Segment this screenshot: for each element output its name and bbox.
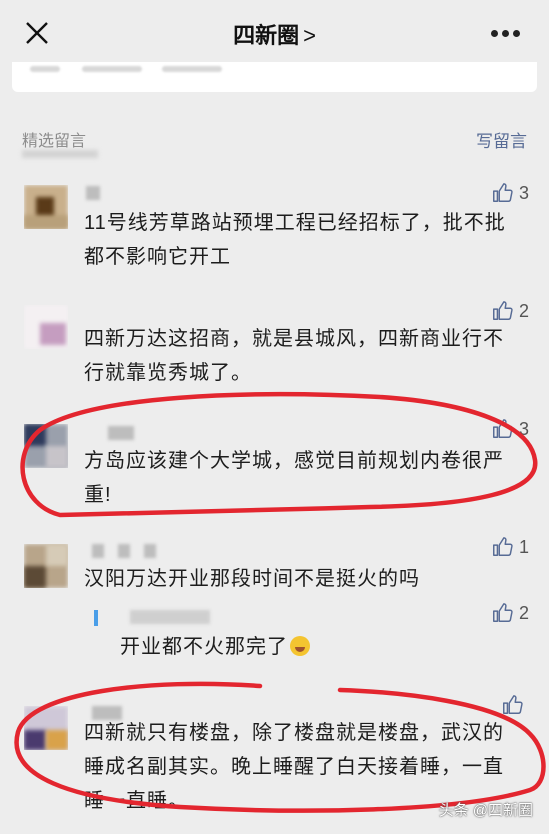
thumbs-up-icon — [503, 695, 523, 714]
write-comment-link[interactable]: 写留言 — [476, 127, 527, 152]
thumbs-up-icon — [493, 301, 513, 320]
like-button[interactable] — [501, 694, 529, 716]
page-title-text: 四新圈 — [233, 23, 300, 48]
thumbs-up-icon — [493, 183, 513, 202]
avatar[interactable] — [24, 706, 68, 750]
article-card-end — [12, 62, 537, 92]
chevron-right-icon: > — [303, 23, 316, 48]
redacted-nickname — [92, 544, 104, 558]
avatar[interactable] — [24, 305, 68, 349]
redacted-nickname — [130, 610, 210, 624]
redacted-nickname — [108, 426, 134, 440]
redacted-text — [22, 150, 98, 158]
reply-text-content: 开业都不火那完了 — [120, 636, 288, 658]
redacted-nickname — [118, 544, 130, 558]
comment-text: 11号线芳草路站预埋工程已经招标了，批不批都不影响它开工 — [84, 212, 506, 268]
top-bar: 四新圈 > — [0, 0, 549, 64]
laughing-emoji-icon — [290, 636, 310, 656]
avatar[interactable] — [24, 544, 68, 588]
like-count: 2 — [518, 602, 529, 623]
like-count: 2 — [518, 300, 529, 321]
redacted-nickname — [144, 544, 156, 558]
like-button[interactable]: 3 — [491, 418, 529, 440]
like-count: 3 — [518, 182, 529, 203]
redacted-nickname — [86, 186, 100, 200]
thumbs-up-icon — [493, 537, 513, 556]
like-button[interactable]: 2 — [491, 602, 529, 624]
like-count: 3 — [518, 418, 529, 439]
like-count: 1 — [518, 536, 529, 557]
page-title[interactable]: 四新圈 > — [0, 18, 549, 50]
featured-comments-label: 精选留言 — [22, 133, 87, 150]
like-button[interactable]: 1 — [491, 536, 529, 558]
avatar[interactable] — [24, 424, 68, 468]
thumbs-up-icon — [493, 419, 513, 438]
comment-text: 汉阳万达开业那段时间不是挺火的吗 — [84, 568, 420, 590]
like-button[interactable]: 3 — [491, 182, 529, 204]
comment-text: 四新万达这招商，就是县城风，四新商业行不行就靠览秀城了。 — [84, 328, 504, 384]
like-button[interactable]: 2 — [491, 300, 529, 322]
author-reply-marker — [94, 610, 98, 626]
reply-text: 开业都不火那完了 — [120, 630, 310, 659]
avatar[interactable] — [24, 185, 68, 229]
more-options-icon[interactable] — [491, 24, 525, 44]
watermark: 头条 @四新圈 — [438, 802, 533, 819]
comment-text: 方岛应该建个大学城，感觉目前规划内卷很严重! — [84, 450, 504, 506]
thumbs-up-icon — [493, 603, 513, 622]
